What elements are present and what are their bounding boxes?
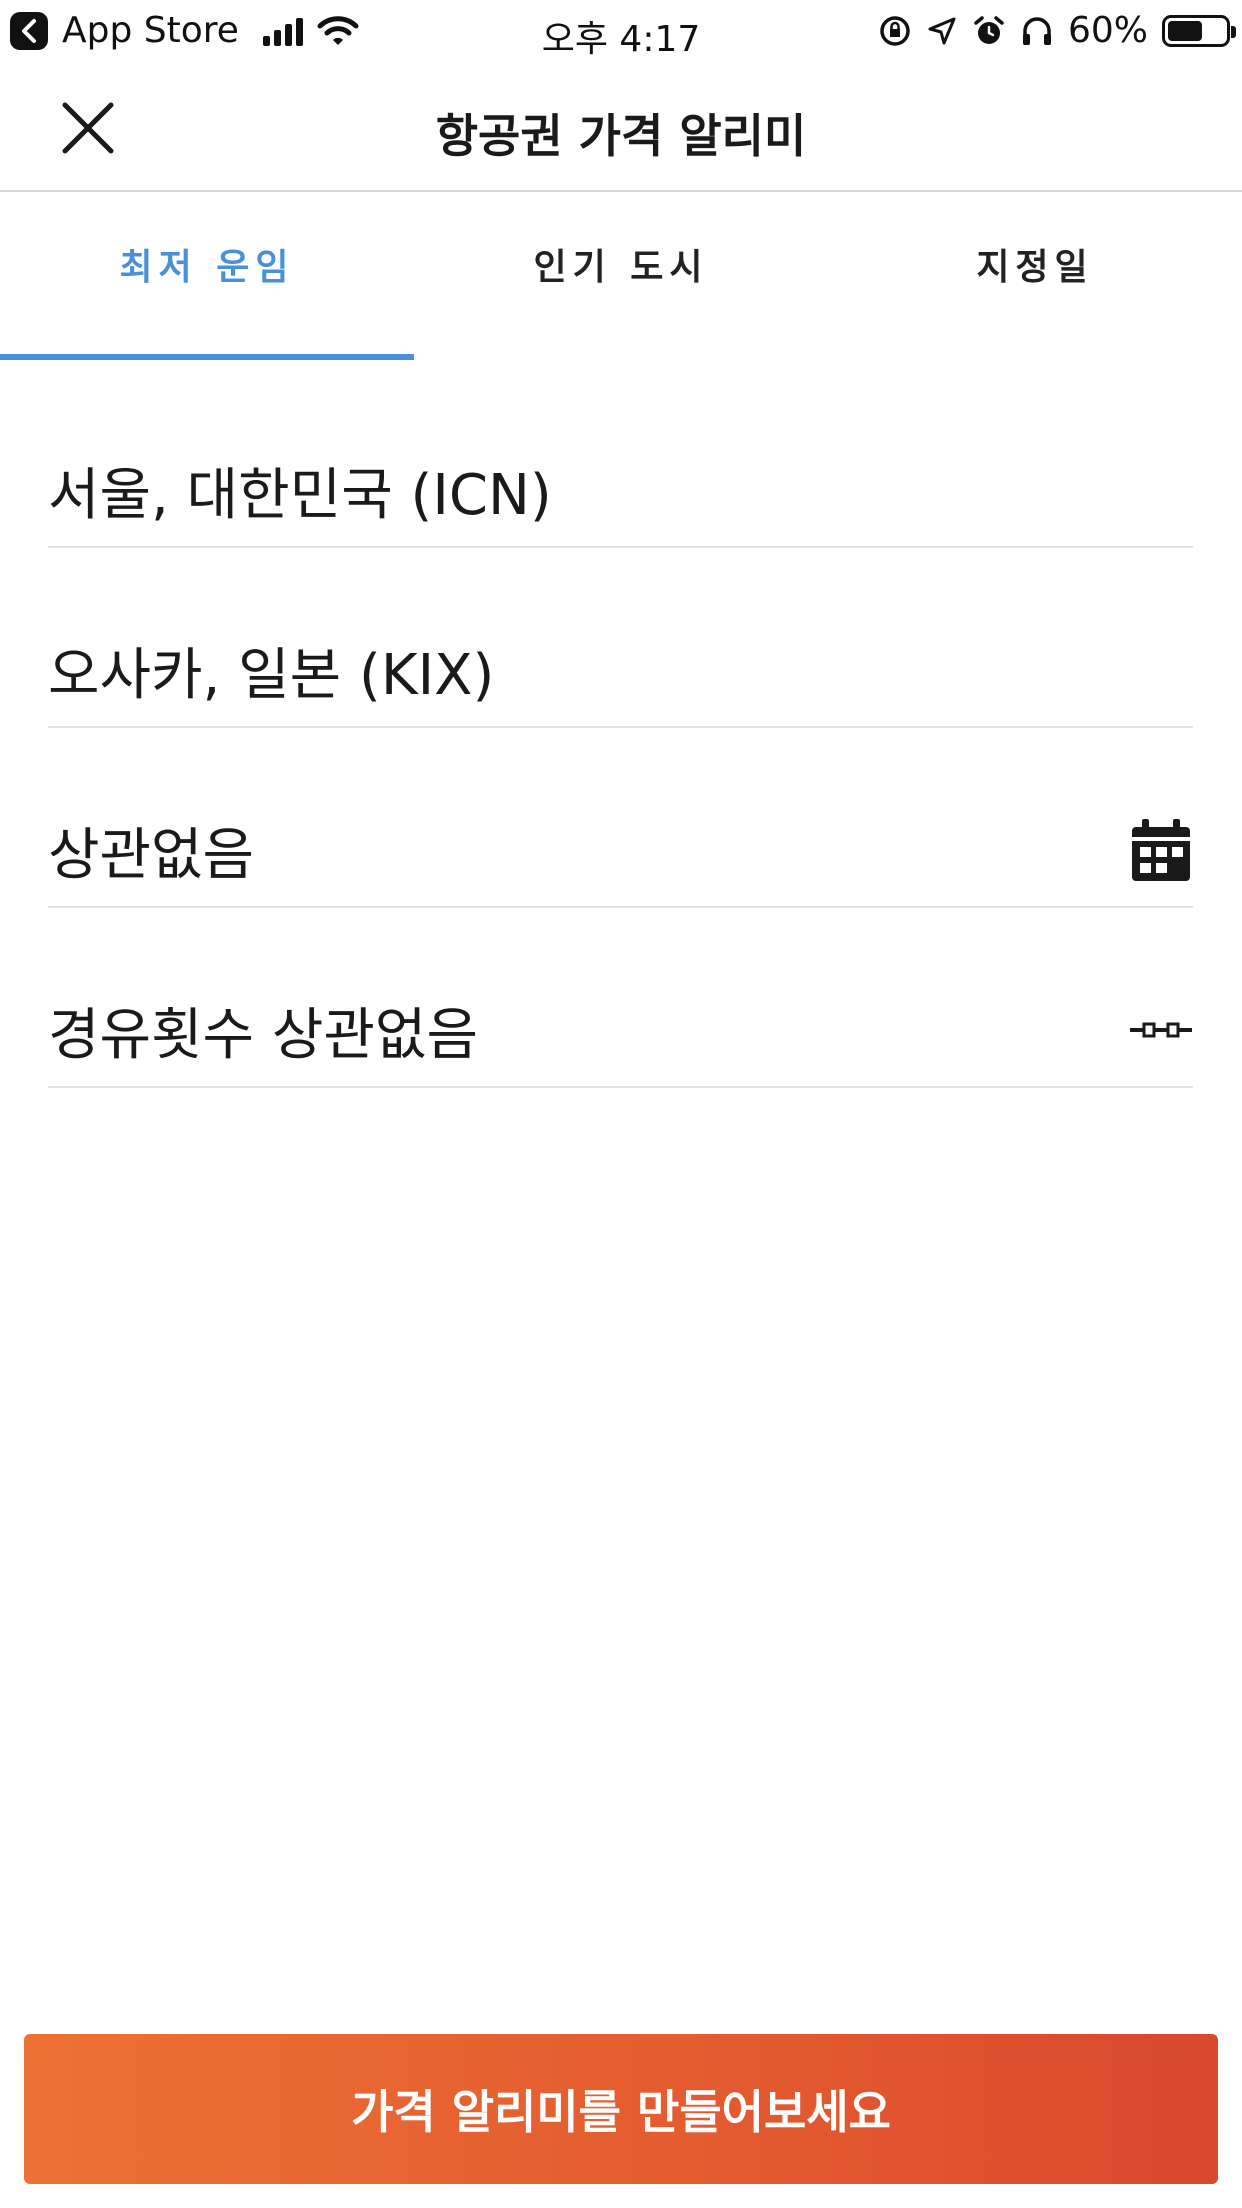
stops-field[interactable]: 경유횟수 상관없음 — [48, 908, 1193, 1088]
status-bar-right: 60% — [878, 10, 1236, 51]
tab-specific-date[interactable]: 지정일 — [828, 192, 1242, 360]
create-price-alert-button[interactable]: 가격 알리미를 만들어보세요 — [24, 2034, 1218, 2184]
orientation-lock-icon — [880, 15, 910, 46]
route-stops-icon[interactable] — [1129, 998, 1193, 1062]
battery-percent: 60% — [1067, 10, 1148, 51]
battery-fill — [1168, 20, 1202, 41]
date-value: 상관없음 — [48, 823, 255, 888]
alarm-clock-icon — [974, 15, 1004, 44]
battery-icon — [1162, 14, 1236, 47]
destination-value: 오사카, 일본 (KIX) — [48, 643, 495, 708]
location-arrow-icon — [928, 17, 956, 44]
page-title: 항공권 가격 알리미 — [435, 109, 807, 163]
tab-popular-cities[interactable]: 인기 도시 — [414, 192, 828, 360]
header: 항공권 가격 알리미 — [0, 64, 1242, 192]
alert-form: 서울, 대한민국 (ICN) 오사카, 일본 (KIX) 상관없음 경유횟수 상… — [48, 420, 1193, 1088]
tab-lowest-fare[interactable]: 최저 운임 — [0, 192, 414, 360]
date-field[interactable]: 상관없음 — [48, 728, 1193, 908]
origin-field[interactable]: 서울, 대한민국 (ICN) — [48, 420, 1193, 548]
stops-value: 경유횟수 상관없음 — [48, 1003, 478, 1068]
tab-bar: 최저 운임 인기 도시 지정일 — [0, 192, 1242, 360]
calendar-icon[interactable] — [1129, 818, 1193, 882]
origin-value: 서울, 대한민국 (ICN) — [48, 463, 552, 528]
destination-field[interactable]: 오사카, 일본 (KIX) — [48, 548, 1193, 728]
headphones-icon — [1022, 16, 1051, 45]
status-bar: App Store 오후 4:17 60% — [0, 0, 1242, 64]
